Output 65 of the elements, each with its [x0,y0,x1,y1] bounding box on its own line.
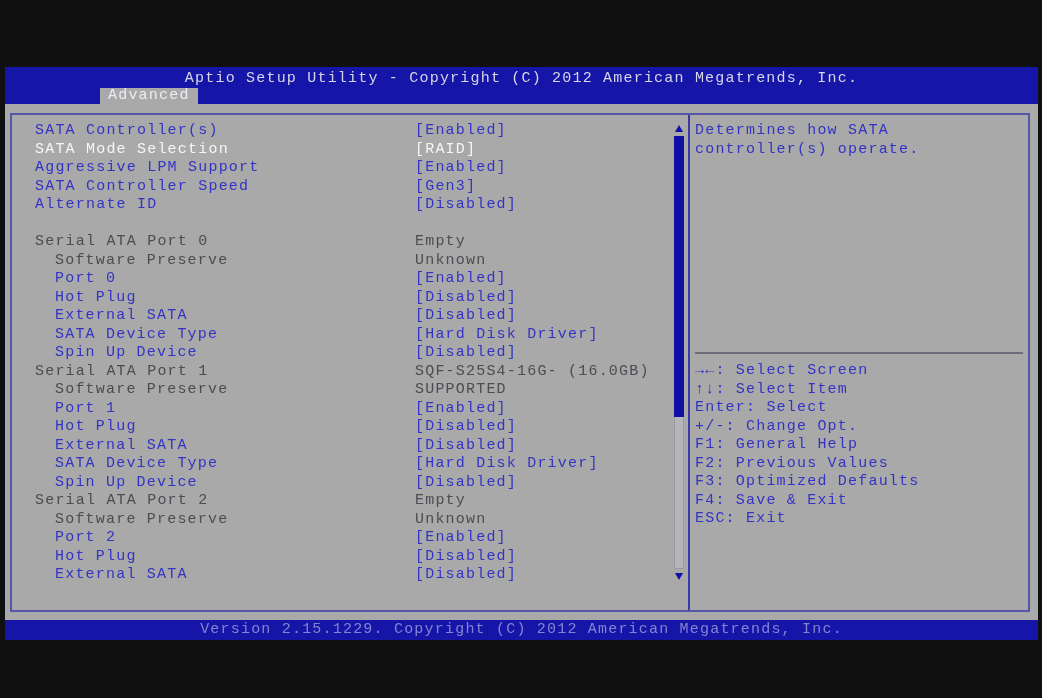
setting-label[interactable]: Hot Plug [55,547,137,565]
setting-value[interactable]: [Gen3] [415,177,477,195]
info-value: SQF-S25S4-16G- (16.0GB) [415,362,650,380]
setting-label[interactable]: Hot Plug [55,288,137,306]
scrollbar-thumb[interactable] [674,136,684,417]
info-label: Serial ATA Port 1 [35,362,209,380]
setting-label[interactable]: Port 2 [55,529,117,546]
info-label: Software Preserve [55,510,229,528]
setting-label[interactable]: Spin Up Device [55,473,198,491]
setting-value[interactable]: [Disabled] [415,307,517,324]
scrollbar[interactable] [674,136,684,569]
setting-value[interactable]: [Disabled] [415,418,517,435]
setting-label[interactable]: SATA Device Type [55,455,219,472]
setting-label[interactable]: SATA Controller Speed [35,177,250,195]
setting-label[interactable]: Port 0 [55,270,117,287]
setting-value[interactable]: [Disabled] [415,566,517,583]
info-label: Serial ATA Port 0 [35,233,209,250]
setting-label[interactable]: External SATA [55,307,188,324]
setting-value[interactable]: [Disabled] [415,436,517,454]
key-hint: →←: Select Screen [695,362,869,379]
key-hint: ESC: Exit [695,510,787,527]
setting-label[interactable]: Aggressive LPM Support [35,159,260,176]
setting-value[interactable]: [Disabled] [415,196,517,213]
setting-value[interactable]: [Enabled] [415,159,507,176]
info-value: Unknown [415,251,487,269]
setting-value[interactable]: [Disabled] [415,288,517,306]
setting-value[interactable]: [Enabled] [415,270,507,287]
info-value: Unknown [415,510,487,528]
menu-tab[interactable]: Advanced [100,88,198,104]
setting-label[interactable]: External SATA [55,436,188,454]
key-hint: F2: Previous Values [695,454,889,472]
setting-value[interactable]: [Enabled] [415,399,507,417]
setting-value[interactable]: [Disabled] [415,547,517,565]
setting-value[interactable]: [Disabled] [415,344,517,361]
info-value: Empty [415,492,466,509]
key-hint: F4: Save & Exit [695,491,849,509]
info-label: Software Preserve [55,381,229,398]
setting-value[interactable]: [Enabled] [415,529,507,546]
setting-value[interactable]: [RAID] [415,140,477,158]
setting-value[interactable]: [Enabled] [415,122,507,139]
info-label: Serial ATA Port 2 [35,492,209,509]
setting-label[interactable]: Alternate ID [35,196,158,213]
info-label: Software Preserve [55,251,229,269]
setting-value[interactable]: [Hard Disk Driver] [415,325,599,343]
setting-label[interactable]: Port 1 [55,399,117,417]
help-text: Determines how SATA controller(s) operate. [695,122,921,159]
setting-label[interactable]: SATA Mode Selection [35,140,229,158]
down-triangle-icon[interactable] [675,573,683,580]
info-value: Empty [415,233,466,250]
setting-label[interactable]: Hot Plug [55,418,137,435]
setting-value[interactable]: [Hard Disk Driver] [415,455,599,472]
key-hint: ↑↓: Select Item [695,380,849,398]
setting-label[interactable]: Spin Up Device [55,344,198,361]
key-hint: F3: Optimized Defaults [695,473,920,490]
up-triangle-icon[interactable] [675,125,683,132]
version-text: Version 2.15.1229. Copyright (C) 2012 American Megatrends, Inc. [200,621,843,638]
window-title: Aptio Setup Utility - Copyright (C) 2012 American Megatrends, Inc. [184,70,859,87]
setting-value[interactable]: [Disabled] [415,473,517,491]
key-hint: +/-: Change Opt. [695,417,859,435]
setting-label[interactable]: SATA Controller(s) [35,122,219,139]
setting-label[interactable]: SATA Device Type [55,325,219,343]
setting-label[interactable]: External SATA [55,566,188,583]
key-hint: F1: General Help [695,436,859,453]
key-hint: Enter: Select [695,399,828,416]
info-value: SUPPORTED [415,381,507,398]
